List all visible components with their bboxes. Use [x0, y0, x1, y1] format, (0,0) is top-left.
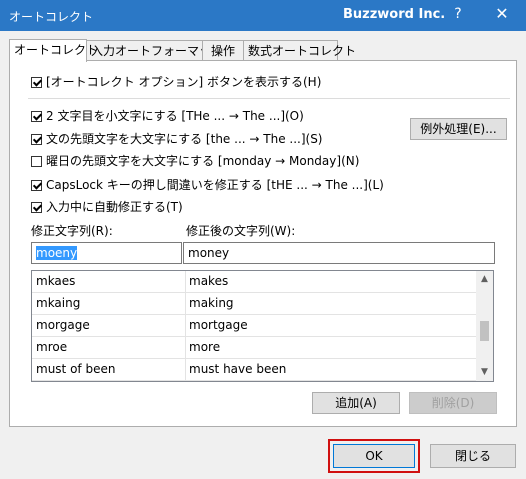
- day-names-checkbox[interactable]: [31, 156, 42, 167]
- two-caps-option[interactable]: 2 文字目を小文字にする [THe ... → The ...](O): [31, 107, 304, 125]
- ok-button[interactable]: OK: [333, 444, 415, 468]
- replace-value: moeny: [36, 246, 78, 260]
- list-item-to: mortgage: [189, 318, 248, 332]
- tab-math-autocorrect[interactable]: 数式オートコレクト: [243, 40, 356, 60]
- list-item[interactable]: morgage mortgage: [32, 315, 478, 337]
- title-bar: オートコレクト Buzzword Inc. ? ✕: [0, 0, 526, 31]
- scroll-down-icon[interactable]: ▼: [476, 364, 493, 381]
- list-item[interactable]: mkaing making: [32, 293, 478, 315]
- column-divider: [185, 293, 186, 315]
- list-item-to: must have been: [189, 362, 287, 376]
- list-item-from: mkaes: [36, 274, 76, 288]
- tab-autoformat-as-you-type[interactable]: 入力オートフォーマット: [86, 40, 223, 60]
- list-item-from: morgage: [36, 318, 90, 332]
- two-caps-checkbox[interactable]: [31, 111, 42, 122]
- with-value: money: [188, 246, 230, 260]
- list-item-to: makes: [189, 274, 229, 288]
- capslock-label: CapsLock キーの押し間違いを修正する [tHE ... → The ..…: [46, 178, 384, 192]
- list-scrollbar[interactable]: ▲ ▼: [476, 271, 493, 381]
- replace-label: 修正文字列(R):: [31, 224, 113, 238]
- column-divider: [185, 271, 186, 293]
- with-label: 修正後の文字列(W):: [186, 224, 296, 238]
- day-names-option[interactable]: 曜日の先頭文字を大文字にする [monday → Monday](N): [31, 152, 359, 170]
- list-item-from: mroe: [36, 340, 68, 354]
- tab-autocorrect[interactable]: オートコレクト: [9, 39, 98, 62]
- list-item[interactable]: must of been must have been: [32, 359, 478, 381]
- company-name: Buzzword Inc.: [343, 7, 446, 22]
- add-button[interactable]: 追加(A): [312, 392, 400, 414]
- first-letter-label: 文の先頭文字を大文字にする [the ... → The ...](S): [46, 132, 323, 146]
- list-item[interactable]: mroe more: [32, 337, 478, 359]
- scroll-thumb[interactable]: [480, 321, 489, 341]
- autocorrect-list[interactable]: mkaes makes mkaing making morgage mortga…: [31, 270, 494, 382]
- list-item[interactable]: mkaes makes: [32, 271, 478, 293]
- capslock-option[interactable]: CapsLock キーの押し間違いを修正する [tHE ... → The ..…: [31, 176, 384, 194]
- tab-actions[interactable]: 操作: [202, 40, 244, 60]
- list-item-from: must of been: [36, 362, 116, 376]
- list-item-to: more: [189, 340, 221, 354]
- window-title: オートコレクト: [9, 10, 94, 24]
- replace-typing-label: 入力中に自動修正する(T): [46, 200, 183, 214]
- show-buttons-label: [オートコレクト オプション] ボタンを表示する(H): [46, 75, 322, 89]
- autocorrect-panel: [オートコレクト オプション] ボタンを表示する(H) 2 文字目を小文字にする…: [9, 60, 517, 427]
- first-letter-checkbox[interactable]: [31, 134, 42, 145]
- show-buttons-option[interactable]: [オートコレクト オプション] ボタンを表示する(H): [31, 73, 321, 91]
- close-icon[interactable]: ✕: [484, 4, 520, 26]
- two-caps-label: 2 文字目を小文字にする [THe ... → The ...](O): [46, 109, 304, 123]
- replace-typing-checkbox[interactable]: [31, 202, 42, 213]
- column-divider: [185, 337, 186, 359]
- first-letter-option[interactable]: 文の先頭文字を大文字にする [the ... → The ...](S): [31, 130, 323, 148]
- exceptions-button[interactable]: 例外処理(E)...: [410, 118, 507, 140]
- delete-button[interactable]: 削除(D): [409, 392, 497, 414]
- replace-input[interactable]: moeny: [31, 242, 182, 264]
- day-names-label: 曜日の先頭文字を大文字にする [monday → Monday](N): [46, 154, 360, 168]
- replace-typing-option[interactable]: 入力中に自動修正する(T): [31, 198, 183, 216]
- scroll-up-icon[interactable]: ▲: [476, 271, 493, 288]
- column-divider: [185, 315, 186, 337]
- close-button[interactable]: 閉じる: [430, 444, 516, 468]
- list-item-to: making: [189, 296, 234, 310]
- capslock-checkbox[interactable]: [31, 180, 42, 191]
- show-buttons-checkbox[interactable]: [31, 77, 42, 88]
- list-item-from: mkaing: [36, 296, 81, 310]
- help-button[interactable]: ?: [446, 6, 470, 26]
- divider: [28, 98, 510, 99]
- column-divider: [185, 359, 186, 381]
- with-input[interactable]: money: [183, 242, 495, 264]
